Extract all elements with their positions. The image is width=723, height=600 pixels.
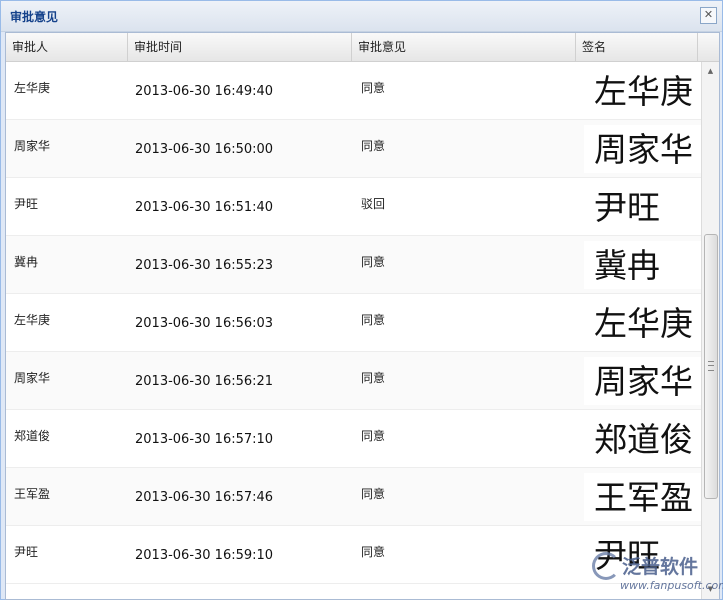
time-cell: 2013-06-30 16:57:10: [135, 432, 274, 447]
signature-image: 尹旺: [594, 188, 660, 227]
opinion-cell: 同意: [361, 545, 386, 559]
opinion-cell: 同意: [361, 371, 386, 385]
opinion-cell: 同意: [361, 81, 386, 95]
table-row[interactable]: 郑道俊 2013-06-30 16:57:10 同意 郑道俊: [6, 410, 702, 468]
opinion-cell: 驳回: [361, 197, 386, 211]
scroll-up-arrow-icon[interactable]: ▲: [704, 65, 717, 78]
time-cell: 2013-06-30 16:56:03: [135, 316, 274, 331]
signature-image: 郑道俊: [594, 420, 693, 459]
approval-dialog: 审批意见 ✕ 审批人 审批时间 审批意见 签名 左华庚 2013-06-30 1…: [0, 0, 723, 600]
signature-image: 左华庚: [594, 72, 693, 111]
signature-image: 冀冉: [594, 246, 660, 285]
approver-cell: 左华庚: [14, 313, 51, 327]
opinion-cell: 同意: [361, 313, 386, 327]
grip-icon: [708, 361, 714, 371]
time-cell: 2013-06-30 16:50:00: [135, 142, 274, 157]
vertical-scrollbar[interactable]: ▲ ▼: [701, 62, 719, 599]
approver-cell: 尹旺: [14, 545, 39, 559]
scroll-down-arrow-icon[interactable]: ▼: [704, 583, 717, 596]
signature-image: 周家华: [594, 130, 693, 169]
table-row[interactable]: 尹旺 2013-06-30 16:59:10 同意 尹旺: [6, 526, 702, 584]
table-row[interactable]: 周家华 2013-06-30 16:50:00 同意 周家华: [6, 120, 702, 178]
approver-cell: 郑道俊: [14, 429, 51, 443]
scrollbar-thumb[interactable]: [704, 234, 718, 499]
approver-cell: 尹旺: [14, 197, 39, 211]
dialog-titlebar: 审批意见 ✕: [1, 1, 722, 32]
approver-cell: 周家华: [14, 371, 51, 385]
table-row[interactable]: 周家华 2013-06-30 16:56:21 同意 周家华: [6, 352, 702, 410]
opinion-cell: 同意: [361, 429, 386, 443]
column-header-time[interactable]: 审批时间: [128, 33, 352, 61]
signature-image: 王军盈: [594, 478, 693, 517]
time-cell: 2013-06-30 16:55:23: [135, 258, 274, 273]
approver-cell: 冀冉: [14, 255, 39, 269]
table-row[interactable]: 左华庚 2013-06-30 16:56:03 同意 左华庚: [6, 294, 702, 352]
grid-header: 审批人 审批时间 审批意见 签名: [6, 33, 719, 62]
table-row[interactable]: 冀冉 2013-06-30 16:55:23 同意 冀冉: [6, 236, 702, 294]
grid-body: 左华庚 2013-06-30 16:49:40 同意 左华庚 周家华 2013-…: [6, 62, 702, 599]
time-cell: 2013-06-30 16:56:21: [135, 374, 274, 389]
opinion-cell: 同意: [361, 255, 386, 269]
approver-cell: 王军盈: [14, 487, 51, 501]
approver-cell: 左华庚: [14, 81, 51, 95]
opinion-cell: 同意: [361, 487, 386, 501]
approver-cell: 周家华: [14, 139, 51, 153]
column-header-opinion[interactable]: 审批意见: [352, 33, 576, 61]
signature-image: 尹旺: [594, 536, 660, 575]
time-cell: 2013-06-30 16:59:10: [135, 548, 274, 563]
table-row[interactable]: 左华庚 2013-06-30 16:49:40 同意 左华庚: [6, 62, 702, 120]
time-cell: 2013-06-30 16:49:40: [135, 84, 274, 99]
opinion-cell: 同意: [361, 139, 386, 153]
close-icon: ✕: [703, 8, 714, 21]
table-row[interactable]: 尹旺 2013-06-30 16:51:40 驳回 尹旺: [6, 178, 702, 236]
column-header-approver[interactable]: 审批人: [6, 33, 128, 61]
time-cell: 2013-06-30 16:57:46: [135, 490, 274, 505]
dialog-title: 审批意见: [10, 10, 59, 24]
close-button[interactable]: ✕: [700, 7, 717, 24]
column-header-signature[interactable]: 签名: [576, 33, 698, 61]
table-row[interactable]: 王军盈 2013-06-30 16:57:46 同意 王军盈: [6, 468, 702, 526]
approval-grid: 审批人 审批时间 审批意见 签名 左华庚 2013-06-30 16:49:40…: [5, 32, 720, 600]
signature-image: 周家华: [594, 362, 693, 401]
time-cell: 2013-06-30 16:51:40: [135, 200, 274, 215]
signature-image: 左华庚: [594, 304, 693, 343]
